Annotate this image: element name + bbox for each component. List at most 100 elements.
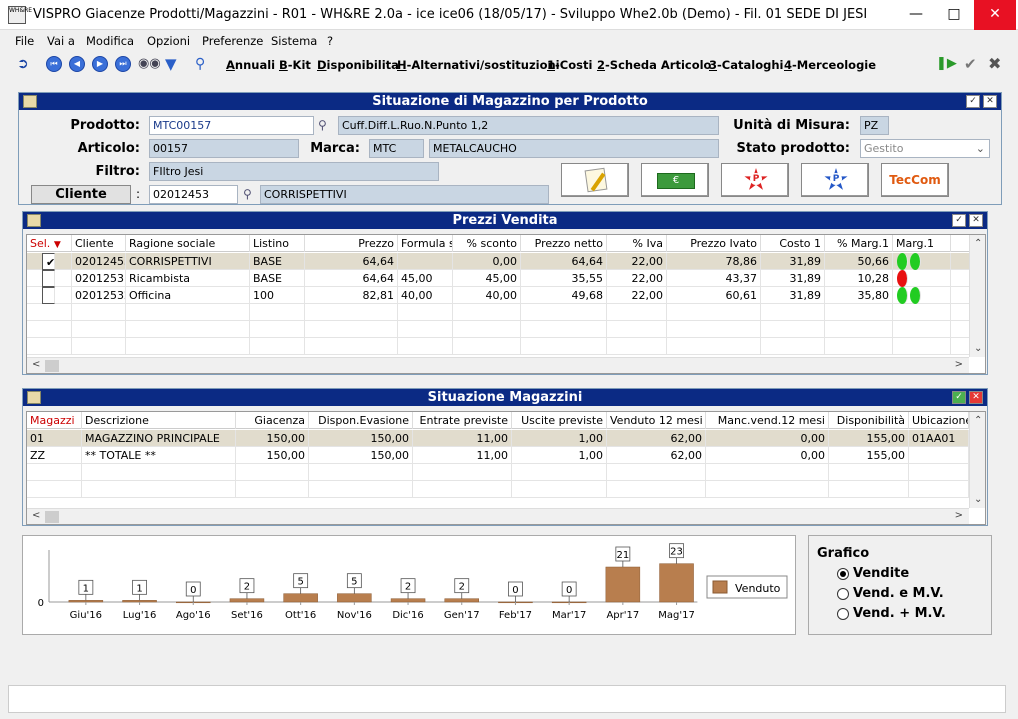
grafico-radio-2[interactable] [837, 608, 849, 620]
col-prezzo[interactable]: Prezzo [305, 235, 398, 252]
empty-cell [236, 464, 309, 481]
magazzini-row[interactable]: 01 MAGAZZINO PRINCIPALE 150,00 150,00 11,00 1… [27, 430, 969, 447]
col-entrate-previste[interactable]: Entrate previste [413, 412, 512, 429]
menu-preferenze[interactable]: Preferenze [202, 34, 263, 48]
magazzini-hscroll[interactable]: < > [27, 508, 969, 524]
panel-close-icon[interactable]: ✕ [983, 95, 997, 108]
menu-sistema[interactable]: Sistema [271, 34, 317, 48]
cell-sel[interactable]: ✔ [27, 253, 72, 270]
confirm-icon[interactable]: ✔ [964, 56, 980, 72]
cell-iva: 22,00 [607, 287, 667, 304]
cell-sel[interactable] [27, 287, 72, 304]
panel-close-icon[interactable]: ✕ [969, 214, 983, 227]
prodotto-input[interactable]: MTC00157 [149, 116, 314, 135]
binoculars-icon[interactable]: ◉◉ [138, 56, 161, 72]
toolbar-link-merceologie[interactable]: 4-Merceologie [784, 58, 876, 72]
cell-giac: 150,00 [236, 430, 309, 447]
toolbar-link-scheda-articolo[interactable]: 2-Scheda Articolo [597, 58, 711, 72]
play-icon[interactable]: ❚▶ [936, 56, 957, 72]
col-cliente[interactable]: Cliente [72, 235, 126, 252]
exit-icon[interactable]: ➲ [17, 56, 33, 72]
col-prezzo-netto[interactable]: Prezzo netto [521, 235, 607, 252]
col-sel[interactable]: Sel. ▼ [27, 235, 72, 252]
cliente-button[interactable]: Cliente [31, 185, 131, 204]
grafico-radio-1[interactable] [837, 588, 849, 600]
col-ubicazione[interactable]: Ubicazione [909, 412, 969, 429]
col-prezzo-ivato[interactable]: Prezzo Ivato [667, 235, 761, 252]
col-marg-perc[interactable]: % Marg.1 [825, 235, 893, 252]
price-button[interactable]: € [641, 163, 709, 197]
col-uscite-previste[interactable]: Uscite previste [512, 412, 607, 429]
empty-cell [453, 321, 521, 338]
lookup-icon[interactable]: ⚲ [318, 118, 334, 134]
cancel-icon[interactable]: ✖ [988, 56, 1004, 72]
col-iva[interactable]: % Iva [607, 235, 667, 252]
empty-cell [706, 481, 829, 498]
prezzi-row[interactable]: 02012532 Officina 100 82,81 40,00 40,00 49,68 2… [27, 287, 969, 304]
row-select-checkbox[interactable]: ✔ [42, 253, 55, 270]
panel-check-icon[interactable]: ✓ [952, 391, 966, 404]
teccom-button[interactable]: TecCom [881, 163, 949, 197]
col-dispon-evasione[interactable]: Dispon.Evasione [309, 412, 413, 429]
toolbar-link-annuali[interactable]: Annuali [226, 58, 275, 72]
col-disponibilita[interactable]: Disponibilità [829, 412, 909, 429]
grafico-radio-0[interactable] [837, 568, 849, 580]
col-marg1[interactable]: Marg.1 [893, 235, 951, 252]
cliente-code-input[interactable]: 02012453 [149, 185, 238, 204]
empty-cell [825, 304, 893, 321]
col-listino[interactable]: Listino [250, 235, 305, 252]
last-record-icon[interactable]: ⏭ [115, 56, 131, 72]
panel-check-icon[interactable]: ✓ [952, 214, 966, 227]
col-magazzino[interactable]: Magazzi [27, 412, 82, 429]
toolbar-link-alternativi[interactable]: H-Alternativi/sostituzioni [397, 58, 560, 72]
first-record-icon[interactable]: ⏮ [46, 56, 62, 72]
empty-cell [250, 304, 305, 321]
filter-icon[interactable]: ▼ [165, 56, 181, 72]
next-record-icon[interactable]: ▶ [92, 56, 108, 72]
search-icon[interactable]: ⚲ [195, 56, 211, 72]
maximize-button[interactable]: □ [936, 0, 972, 30]
toolbar-link-costi[interactable]: 1-Costi [547, 58, 592, 72]
col-manc-vend[interactable]: Manc.vend.12 mesi [706, 412, 829, 429]
col-formula-sc[interactable]: Formula sc [398, 235, 453, 252]
col-descrizione[interactable]: Descrizione [82, 412, 236, 429]
cell-sel[interactable] [27, 270, 72, 287]
toolbar-link-disponibilita[interactable]: Disponibilita [317, 58, 399, 72]
col-ragione-sociale[interactable]: Ragione sociale [126, 235, 250, 252]
promo-blue-button[interactable]: P [801, 163, 869, 197]
prev-record-icon[interactable]: ◀ [69, 56, 85, 72]
promo-red-button[interactable]: P [721, 163, 789, 197]
edit-note-button[interactable] [561, 163, 629, 197]
panel-close-icon[interactable]: ✕ [969, 391, 983, 404]
cliente-search-icon[interactable]: ⚲ [243, 187, 259, 203]
cell-dots [893, 253, 951, 270]
prezzi-row[interactable]: 02012531 Ricambista BASE 64,64 45,00 45,00 35,… [27, 270, 969, 287]
menu-modifica[interactable]: Modifica [86, 34, 134, 48]
panel-check-icon[interactable]: ✓ [966, 95, 980, 108]
col-giacenza[interactable]: Giacenza [236, 412, 309, 429]
prezzi-header: Prezzi Vendita ✓ ✕ [23, 212, 987, 229]
stato-select[interactable]: Gestito ⌄ [860, 139, 990, 158]
menu-help[interactable]: ? [327, 34, 333, 48]
col-costo1[interactable]: Costo 1 [761, 235, 825, 252]
menu-vai-a[interactable]: Vai a [47, 34, 75, 48]
empty-cell [305, 321, 398, 338]
col-sconto[interactable]: % sconto [453, 235, 521, 252]
prezzi-row[interactable]: ✔ 02012453 CORRISPETTIVI BASE 64,64 0,00 64,64… [27, 253, 969, 270]
empty-cell [512, 481, 607, 498]
row-select-checkbox[interactable] [42, 270, 55, 287]
x-tick-label: Ago'16 [176, 610, 211, 621]
minimize-button[interactable]: — [898, 0, 934, 30]
title-bar: WH&RE VISPRO Giacenze Prodotti/Magazzini… [0, 0, 1018, 30]
close-window-button[interactable]: ✕ [974, 0, 1016, 30]
col-venduto-12[interactable]: Venduto 12 mesi [607, 412, 706, 429]
magazzini-vscroll[interactable]: ⌃ ⌄ [969, 412, 985, 508]
menu-file[interactable]: File [15, 34, 34, 48]
magazzini-row[interactable]: ZZ ** TOTALE ** 150,00 150,00 11,00 1,00 62,00… [27, 447, 969, 464]
row-select-checkbox[interactable] [42, 287, 55, 304]
menu-opzioni[interactable]: Opzioni [147, 34, 190, 48]
toolbar-link-kit[interactable]: B-Kit [279, 58, 311, 72]
prezzi-hscroll[interactable]: < > [27, 357, 969, 373]
toolbar-link-cataloghi[interactable]: 3-Cataloghi [709, 58, 783, 72]
prezzi-vscroll[interactable]: ⌃ ⌄ [969, 235, 985, 357]
